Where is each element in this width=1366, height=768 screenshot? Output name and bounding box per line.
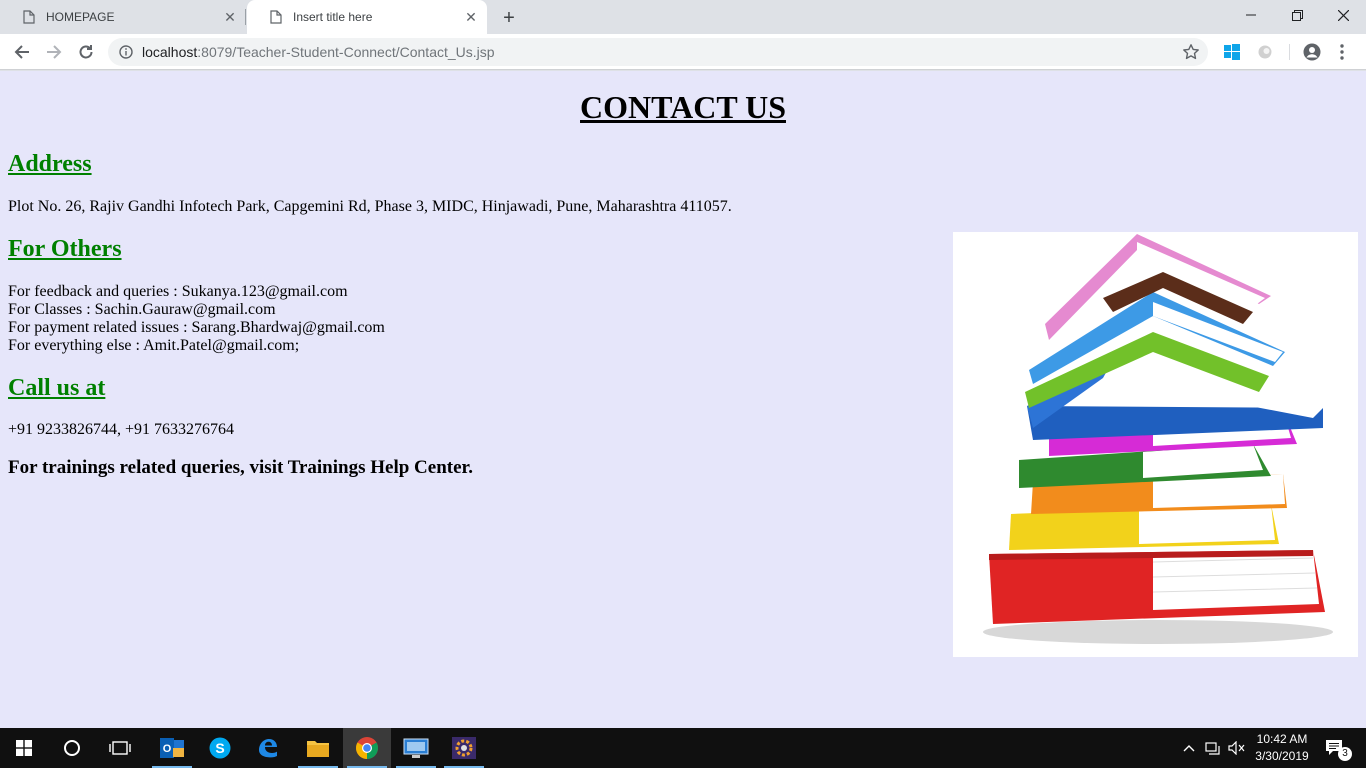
page-icon bbox=[269, 10, 283, 24]
taskbar-app[interactable] bbox=[440, 728, 488, 768]
taskbar-edge[interactable] bbox=[244, 728, 292, 768]
show-hidden-icons-button[interactable] bbox=[1180, 728, 1198, 768]
taskbar-skype[interactable]: S bbox=[196, 728, 244, 768]
profile-avatar-icon[interactable] bbox=[1302, 42, 1322, 62]
contact-line-classes: For Classes : Sachin.Gauraw@gmail.com bbox=[8, 301, 276, 318]
start-button[interactable] bbox=[0, 728, 48, 768]
chrome-icon bbox=[356, 737, 378, 759]
back-arrow-icon bbox=[14, 45, 29, 59]
contact-line-payment: For payment related issues : Sarang.Bhar… bbox=[8, 319, 385, 336]
reload-icon bbox=[79, 45, 93, 59]
close-icon[interactable]: ✕ bbox=[463, 9, 479, 25]
others-heading: For Others bbox=[8, 236, 122, 262]
notification-count-badge: 3 bbox=[1338, 747, 1352, 761]
clock-time: 10:42 AM bbox=[1256, 732, 1308, 746]
windows-start-icon bbox=[16, 740, 32, 756]
search-button[interactable] bbox=[48, 728, 96, 768]
tab-separator bbox=[245, 9, 246, 25]
edge-icon bbox=[259, 739, 277, 758]
app-gear-icon bbox=[452, 737, 476, 759]
clock-date: 3/30/2019 bbox=[1255, 749, 1309, 763]
cortana-circle-icon bbox=[64, 740, 80, 756]
extension-circle-icon[interactable] bbox=[1255, 42, 1275, 62]
books-image bbox=[953, 232, 1358, 657]
taskbar: O S 10:42 AM 3/30/2019 3 bbox=[0, 728, 1366, 768]
chevron-up-icon bbox=[1183, 745, 1195, 752]
skype-icon: S bbox=[209, 737, 231, 759]
tab-label: Insert title here bbox=[293, 10, 373, 24]
address-text: Plot No. 26, Rajiv Gandhi Infotech Park,… bbox=[8, 198, 732, 215]
address-heading: Address bbox=[8, 151, 92, 177]
system-clock[interactable]: 10:42 AM 3/30/2019 bbox=[1250, 731, 1314, 765]
reload-button[interactable] bbox=[74, 40, 98, 64]
page-content: CONTACT US Address Plot No. 26, Rajiv Ga… bbox=[0, 71, 1366, 728]
page-icon bbox=[22, 10, 36, 24]
contact-line-feedback: For feedback and queries : Sukanya.123@g… bbox=[8, 283, 348, 300]
taskbar-chrome[interactable] bbox=[343, 728, 391, 768]
menu-dots-icon[interactable] bbox=[1332, 42, 1352, 62]
restore-button[interactable] bbox=[1274, 0, 1320, 30]
close-icon[interactable]: ✕ bbox=[222, 9, 238, 25]
phone-numbers: +91 9233826744, +91 7633276764 bbox=[8, 421, 235, 438]
tab-insert-title[interactable]: Insert title here ✕ bbox=[247, 0, 487, 34]
taskbar-outlook[interactable]: O bbox=[148, 728, 196, 768]
task-view-button[interactable] bbox=[96, 728, 144, 768]
network-icon[interactable] bbox=[1202, 728, 1224, 768]
new-tab-button[interactable]: + bbox=[498, 7, 520, 29]
windows-extension-icon[interactable] bbox=[1222, 42, 1242, 62]
tab-strip: HOMEPAGE ✕ Insert title here ✕ + bbox=[0, 0, 1366, 34]
forward-arrow-icon bbox=[47, 45, 62, 59]
trainings-text: For trainings related queries, visit Tra… bbox=[8, 457, 473, 478]
page-title: CONTACT US bbox=[580, 89, 786, 125]
outlook-icon: O bbox=[160, 738, 184, 758]
taskbar-file-explorer[interactable] bbox=[294, 728, 342, 768]
contact-line-everything: For everything else : Amit.Patel@gmail.c… bbox=[8, 337, 300, 354]
task-view-icon bbox=[109, 741, 131, 755]
tab-homepage[interactable]: HOMEPAGE ✕ bbox=[0, 0, 246, 34]
back-button[interactable] bbox=[10, 40, 34, 64]
address-bar[interactable]: localhost:8079/Teacher-Student-Connect/C… bbox=[108, 38, 1208, 66]
volume-muted-icon[interactable] bbox=[1226, 728, 1248, 768]
call-heading: Call us at bbox=[8, 375, 106, 401]
tab-label: HOMEPAGE bbox=[46, 10, 115, 24]
url-text: localhost:8079/Teacher-Student-Connect/C… bbox=[142, 44, 495, 60]
forward-button[interactable] bbox=[42, 40, 66, 64]
action-center-button[interactable]: 3 bbox=[1320, 728, 1352, 768]
close-window-button[interactable] bbox=[1320, 0, 1366, 30]
svg-text:S: S bbox=[215, 740, 224, 756]
info-icon[interactable] bbox=[119, 45, 133, 59]
bookmark-star-icon[interactable] bbox=[1182, 43, 1200, 61]
svg-text:O: O bbox=[163, 743, 172, 755]
folder-icon bbox=[307, 741, 329, 757]
minimize-button[interactable] bbox=[1228, 0, 1274, 30]
browser-toolbar: localhost:8079/Teacher-Student-Connect/C… bbox=[0, 34, 1366, 70]
toolbar-divider bbox=[1289, 44, 1290, 60]
taskbar-remote-desktop[interactable] bbox=[392, 728, 440, 768]
remote-desktop-icon bbox=[403, 738, 429, 758]
